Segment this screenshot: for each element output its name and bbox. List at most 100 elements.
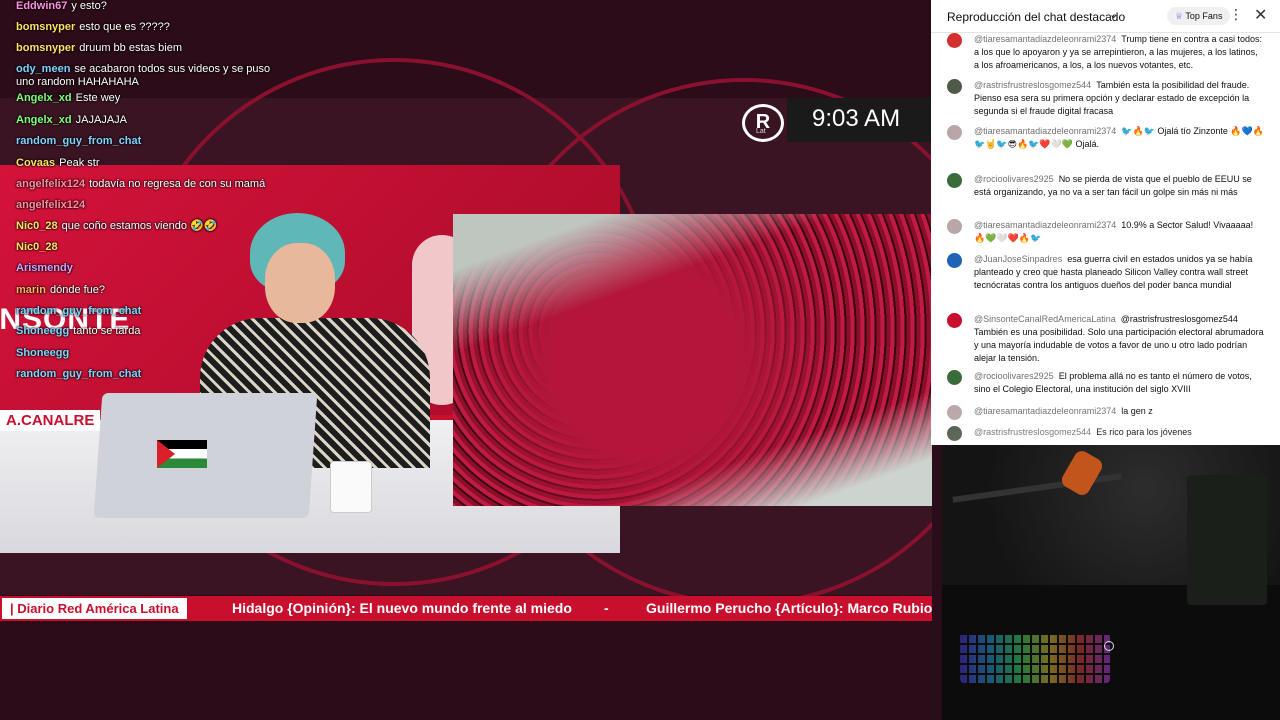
- overlay-chat-message: marin dónde fue?: [16, 284, 286, 297]
- top-fans-chip[interactable]: ♕ Top Fans: [1167, 7, 1231, 25]
- overlay-chat-text: que coño estamos viendo 🤣🤣: [61, 220, 218, 232]
- overlay-chat-user: angelfelix124: [16, 199, 86, 211]
- overlay-chat-user: random_guy_from_chat: [16, 368, 142, 380]
- overlay-chat-user: Covaas: [16, 157, 56, 169]
- chat-message[interactable]: @SinsonteCanalRedAmericaLatina @rastrisfr…: [947, 313, 1265, 365]
- news-ticker: | Diario Red América Latina Hidalgo {Opi…: [0, 596, 932, 621]
- chat-message-body: @tiaresamantadiazdeleonrami2374 10.9% a S…: [974, 219, 1265, 245]
- chat-message-list[interactable]: @tiaresamantadiazdeleonrami2374 Trump tie…: [931, 33, 1280, 445]
- channel-logo-sub: Lat: [756, 128, 766, 135]
- chat-message-body: @SinsonteCanalRedAmericaLatina @rastrisfr…: [974, 313, 1265, 365]
- overlay-chat-user: bomsnyper: [16, 21, 76, 33]
- overlay-chat-user: Nic0_28: [16, 220, 58, 232]
- chat-header: Reproducción del chat destacado ⌄ ♕ Top …: [931, 0, 1280, 33]
- overlay-chat-user: Angelx_xd: [16, 114, 72, 126]
- overlay-chat-message: random_guy_from_chat: [16, 135, 286, 148]
- chat-message[interactable]: @JuanJoseSinpadres esa guerra civil en es…: [947, 253, 1265, 292]
- overlay-chat-user: bomsnyper: [16, 42, 76, 54]
- overlay-chat-message: Shoneegg: [16, 347, 286, 360]
- avatar[interactable]: [947, 253, 962, 268]
- overlay-chat-message: Nic0_28 que coño estamos viendo 🤣🤣: [16, 220, 286, 233]
- overlay-chat-text: esto que es ?????: [79, 21, 170, 33]
- studio-canal-text: A.CANALRE: [0, 410, 101, 431]
- chevron-down-icon[interactable]: ⌄: [1109, 8, 1118, 21]
- overlay-chat-text: Este wey: [75, 92, 121, 104]
- avatar[interactable]: [947, 79, 962, 94]
- chat-author[interactable]: @tiaresamantadiazdeleonrami2374: [974, 126, 1116, 136]
- overlay-chat-message: Angelx_xd Este wey: [16, 92, 286, 105]
- overlay-chat-user: random_guy_from_chat: [16, 305, 142, 317]
- chat-message[interactable]: @tiaresamantadiazdeleonrami2374 🐦🔥🐦 Ojalá…: [947, 125, 1265, 151]
- sack-edge: [453, 214, 932, 506]
- chat-author[interactable]: @rocioolivares2925: [974, 371, 1054, 381]
- overlay-chat-user: marin: [16, 284, 46, 296]
- channel-r-logo: R: [742, 104, 784, 142]
- overlay-chat-text: Peak str: [59, 157, 100, 169]
- overlay-chat-message: angelfelix124: [16, 199, 286, 212]
- ticker-item: Guillermo Perucho {Artículo}: Marco Rubi…: [646, 600, 932, 616]
- overlay-chat-user: Arismendy: [16, 262, 73, 274]
- overlay-chat-message: bomsnyper druum bb estas biem: [16, 42, 286, 55]
- chat-title[interactable]: Reproducción del chat destacado: [947, 10, 1125, 24]
- overlay-chat-message: Angelx_xd JAJAJAJA: [16, 114, 286, 127]
- stream-clock: 9:03 AM: [812, 105, 901, 132]
- overlay-chat-message: angelfelix124 todavía no regresa de con s…: [16, 178, 286, 191]
- chat-message[interactable]: @tiaresamantadiazdeleonrami2374 Trump tie…: [947, 33, 1265, 72]
- overlay-chat-user: angelfelix124: [16, 178, 86, 190]
- chat-message-body: @tiaresamantadiazdeleonrami2374 🐦🔥🐦 Ojalá…: [974, 125, 1265, 151]
- chat-message[interactable]: @rastrisfrustreslosgomez544 También esta …: [947, 79, 1265, 118]
- overlay-chat-user: random_guy_from_chat: [16, 135, 142, 147]
- ticker-item: Hidalgo {Opinión}: El nuevo mundo frente…: [232, 600, 572, 616]
- more-options-icon[interactable]: ⋮: [1229, 6, 1243, 23]
- crown-icon: ♕: [1175, 11, 1184, 21]
- chat-message-body: @tiaresamantadiazdeleonrami2374 Trump tie…: [974, 33, 1265, 72]
- chat-author[interactable]: @JuanJoseSinpadres: [974, 254, 1062, 264]
- close-icon[interactable]: ✕: [1254, 5, 1267, 25]
- avatar[interactable]: [947, 313, 962, 328]
- avatar[interactable]: [947, 370, 962, 385]
- chat-author[interactable]: @rocioolivares2925: [974, 174, 1054, 184]
- keyboard-ring-light: [1104, 641, 1114, 651]
- chat-author[interactable]: @tiaresamantadiazdeleonrami2374: [974, 220, 1116, 230]
- avatar[interactable]: [947, 219, 962, 234]
- avatar[interactable]: [947, 173, 962, 188]
- ticker-brand: | Diario Red América Latina: [2, 598, 187, 619]
- chat-author[interactable]: @tiaresamantadiazdeleonrami2374: [974, 34, 1116, 44]
- stream-canvas: INSONTE A.CANALRE R Lat 9:03 AM | Diario…: [0, 0, 932, 720]
- overlay-chat-message: Covaas Peak str: [16, 157, 286, 170]
- webcam-feed: [942, 445, 1280, 720]
- overlay-chat-text: todavía no regresa de con su mamá: [89, 178, 266, 190]
- overlay-chat-message: Eddwin67 y esto?: [16, 0, 286, 13]
- chat-message[interactable]: @tiaresamantadiazdeleonrami2374 10.9% a S…: [947, 219, 1265, 245]
- chat-author[interactable]: @SinsonteCanalRedAmericaLatina: [974, 314, 1116, 324]
- ticker-separator: -: [604, 600, 609, 616]
- overlay-chat-text: y esto?: [71, 0, 107, 12]
- overlay-chat-message: random_guy_from_chat: [16, 305, 286, 318]
- overlay-chat-message: Shoneegg tanto se tarda: [16, 325, 286, 338]
- chat-message-body: @rocioolivares2925 No se pierda de vista …: [974, 173, 1265, 199]
- overlay-chat-user: Angelx_xd: [16, 92, 72, 104]
- avatar[interactable]: [947, 125, 962, 140]
- chat-message-body: @rocioolivares2925 El problema allá no es…: [974, 370, 1265, 396]
- chat-message-body: @JuanJoseSinpadres esa guerra civil en es…: [974, 253, 1265, 292]
- overlay-chat-message: ody_meen se acabaron todos sus videos y s…: [16, 63, 286, 89]
- overlay-chat-text: druum bb estas biem: [79, 42, 183, 54]
- chat-author[interactable]: @rastrisfrustreslosgomez544: [974, 80, 1091, 90]
- overlay-chat-message: Arismendy: [16, 262, 286, 275]
- overlay-chat-user: Nic0_28: [16, 241, 58, 253]
- mug: [330, 461, 372, 513]
- chat-message[interactable]: @rocioolivares2925 El problema allá no es…: [947, 370, 1265, 396]
- beans-video-overlay: [453, 214, 932, 506]
- chat-message[interactable]: @rocioolivares2925 No se pierda de vista …: [947, 173, 1265, 199]
- overlay-chat-message: random_guy_from_chat: [16, 368, 286, 381]
- overlay-chat-user: Eddwin67: [16, 0, 68, 12]
- overlay-chat-text: JAJAJAJA: [75, 114, 127, 126]
- overlay-chat-user: Shoneegg: [16, 347, 70, 359]
- overlay-chat-message: Nic0_28: [16, 241, 286, 254]
- overlay-chat-text: tanto se tarda: [73, 325, 141, 337]
- overlay-chat-text: dónde fue?: [49, 284, 106, 296]
- featured-chat-panel: Reproducción del chat destacado ⌄ ♕ Top …: [931, 0, 1280, 445]
- avatar[interactable]: [947, 33, 962, 48]
- chat-fade: [931, 395, 1280, 445]
- pc-case: [1187, 475, 1267, 605]
